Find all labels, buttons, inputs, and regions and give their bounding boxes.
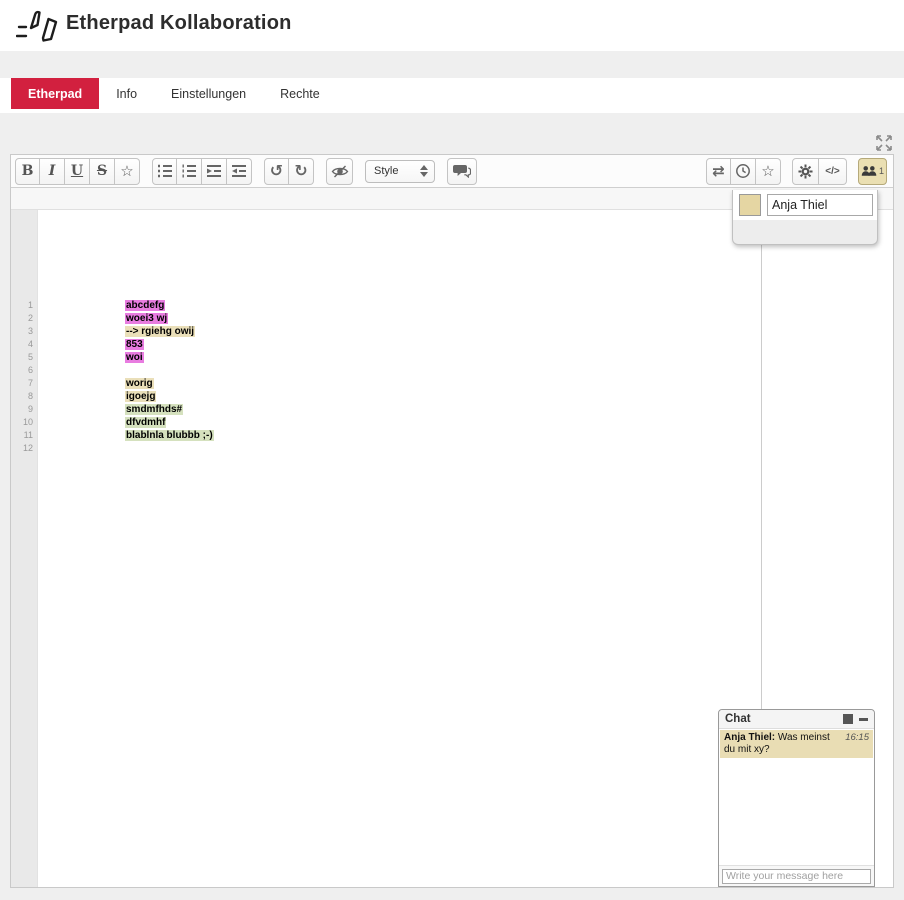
tabbar: Etherpad Info Einstellungen Rechte [0, 78, 904, 113]
style-select-value: Style [374, 165, 398, 177]
show-users-button[interactable]: 1 [858, 158, 887, 185]
unordered-list-icon[interactable] [177, 158, 202, 185]
line-text[interactable]: smdmfhds# [125, 403, 183, 416]
bold-button[interactable]: B [15, 158, 40, 185]
outdent-icon[interactable] [227, 158, 252, 185]
editor-line[interactable]: 7 worig [11, 377, 893, 390]
page-header: Etherpad Kollaboration [0, 0, 904, 51]
chat-messages: 16:15 Anja Thiel: Was meinst du mit xy? [719, 729, 874, 865]
line-text[interactable]: 853 [125, 338, 144, 351]
editor-line[interactable]: 3 --> rgiehg owij [11, 325, 893, 338]
editor-line[interactable]: 9 smdmfhds# [11, 403, 893, 416]
italic-button[interactable]: I [40, 158, 65, 185]
line-number: 3 [11, 325, 38, 338]
editor-line[interactable]: 2 woei3 wj [11, 312, 893, 325]
line-number: 10 [11, 416, 38, 429]
line-number: 5 [11, 351, 38, 364]
chat-input[interactable] [722, 869, 871, 884]
select-arrows-icon [420, 165, 428, 177]
editor-line[interactable]: 5 woi [11, 351, 893, 364]
chat-input-row [719, 865, 874, 886]
embed-code-icon[interactable]: </> [819, 158, 847, 185]
indent-icon[interactable] [202, 158, 227, 185]
line-text[interactable]: abcdefg [125, 299, 165, 312]
tab-rechte[interactable]: Rechte [263, 78, 337, 109]
line-text[interactable]: igoejg [125, 390, 156, 403]
users-dropdown [732, 190, 878, 245]
ordered-list-icon[interactable] [152, 158, 177, 185]
chat-message: 16:15 Anja Thiel: Was meinst du mit xy? [720, 730, 873, 758]
import-export-icon[interactable]: ⇄ [706, 158, 731, 185]
etherpad-editor: B I U S ☆ ↺ [10, 154, 894, 888]
editor-toolbar: B I U S ☆ ↺ [11, 155, 893, 188]
comment-bubble-icon[interactable] [447, 158, 477, 185]
editor-line[interactable]: 10 dfvdmhf [11, 416, 893, 429]
editor-line[interactable]: 11 blablnla blubbb ;-) [11, 429, 893, 442]
line-number: 6 [11, 364, 38, 377]
chat-title: Chat [725, 713, 843, 725]
tab-info[interactable]: Info [99, 78, 154, 109]
line-text[interactable]: dfvdmhf [125, 416, 166, 429]
chat-panel: Chat 16:15 Anja Thiel: Was meinst du mit… [718, 709, 875, 887]
line-number: 9 [11, 403, 38, 416]
chat-popout-icon[interactable] [843, 714, 853, 724]
line-number: 2 [11, 312, 38, 325]
clear-authorship-star-icon[interactable]: ☆ [115, 158, 140, 185]
chat-message-author: Anja Thiel: [724, 732, 775, 743]
editor-lines[interactable]: 1 abcdefg 2 woei3 wj 3 --> rgiehg owij 4 853 5 wo… [11, 210, 893, 455]
tab-etherpad[interactable]: Etherpad [11, 78, 99, 109]
editor-line[interactable]: 6 [11, 364, 893, 377]
chat-message-time: 16:15 [845, 732, 869, 744]
line-text[interactable]: woei3 wj [125, 312, 168, 325]
username-input[interactable] [767, 194, 873, 216]
line-number: 12 [11, 442, 38, 455]
editor-line[interactable]: 1 abcdefg [11, 299, 893, 312]
editor-line[interactable]: 12 [11, 442, 893, 455]
author-color-swatch[interactable] [739, 194, 761, 216]
settings-gear-icon[interactable] [792, 158, 819, 185]
editor-line[interactable]: 4 853 [11, 338, 893, 351]
chat-minimize-icon[interactable] [859, 718, 868, 721]
line-number: 4 [11, 338, 38, 351]
line-number: 11 [11, 429, 38, 442]
line-text[interactable]: --> rgiehg owij [125, 325, 195, 338]
line-number: 1 [11, 299, 38, 312]
redo-icon[interactable]: ↻ [289, 158, 314, 185]
users-icon [861, 165, 878, 177]
line-text[interactable]: worig [125, 377, 154, 390]
line-number: 8 [11, 390, 38, 403]
strikethrough-button[interactable]: S [90, 158, 115, 185]
hide-authorship-eye-icon[interactable] [326, 158, 353, 185]
editor-line[interactable]: 8 igoejg [11, 390, 893, 403]
line-text[interactable]: woi [125, 351, 144, 364]
timeslider-clock-icon[interactable] [731, 158, 756, 185]
chat-header: Chat [719, 710, 874, 729]
page-title: Etherpad Kollaboration [66, 12, 292, 35]
tab-einstellungen[interactable]: Einstellungen [154, 78, 263, 109]
saved-revision-star-icon[interactable]: ☆ [756, 158, 781, 185]
users-count: 1 [879, 166, 884, 176]
line-text[interactable]: blablnla blubbb ;-) [125, 429, 214, 442]
style-select[interactable]: Style [365, 160, 435, 183]
undo-icon[interactable]: ↺ [264, 158, 289, 185]
etherpad-pen-icon [16, 7, 58, 47]
line-number: 7 [11, 377, 38, 390]
underline-button[interactable]: U [65, 158, 90, 185]
fullscreen-expand-icon[interactable] [874, 133, 894, 153]
user-row [733, 190, 877, 220]
